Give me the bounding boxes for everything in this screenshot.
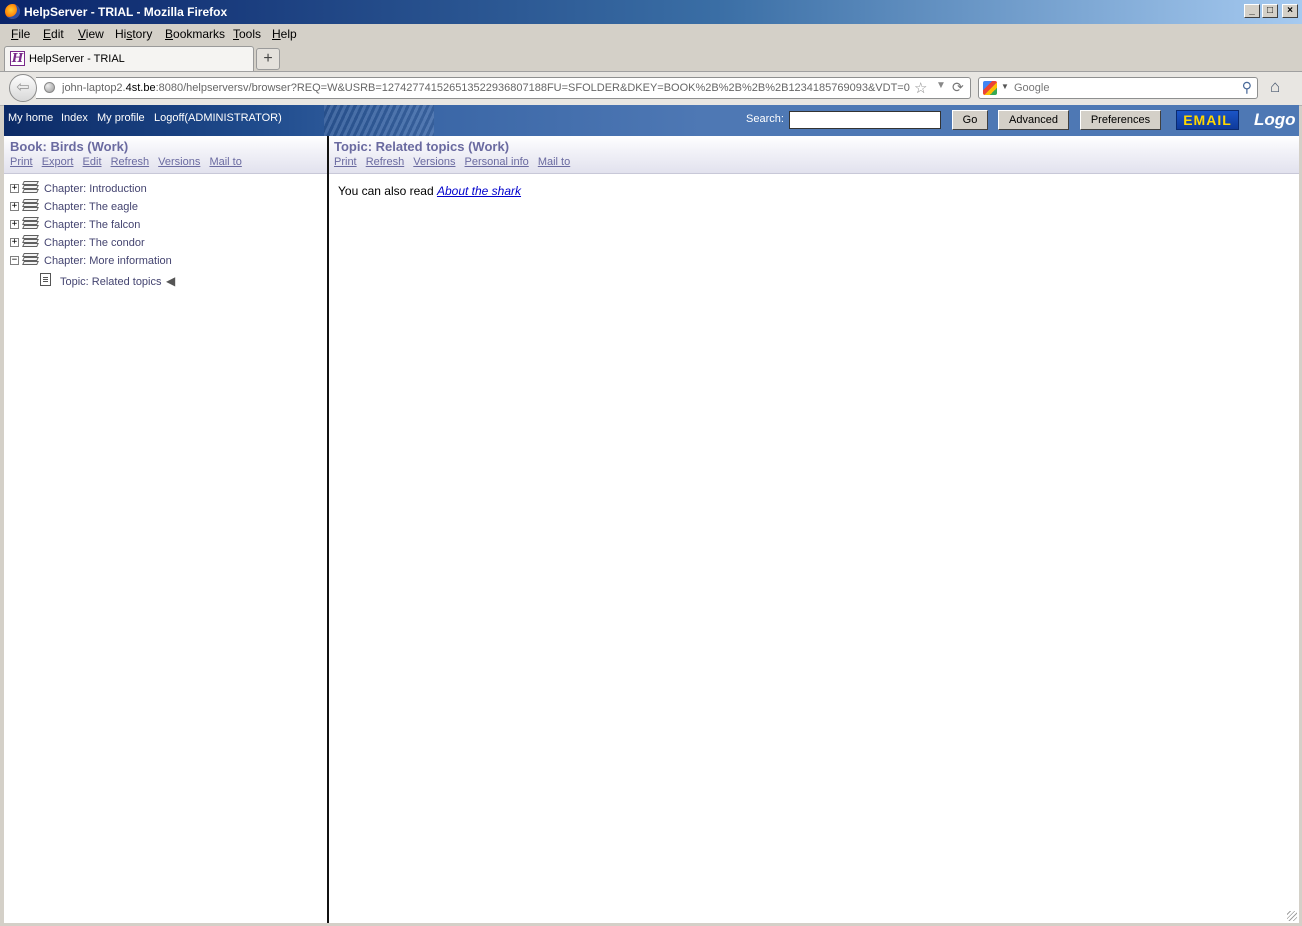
search-magnifier-icon[interactable]: ⚲ (1242, 79, 1252, 96)
menu-tools[interactable]: Tools (233, 27, 261, 41)
topic-actions: Print Refresh Versions Personal info Mai… (334, 156, 576, 168)
topic-body-text: You can also read (338, 184, 437, 198)
tree-item-label[interactable]: Chapter: The condor (44, 237, 145, 249)
site-identity-icon[interactable] (44, 82, 55, 93)
logo: Logo (1254, 110, 1296, 129)
expand-icon[interactable]: + (10, 202, 19, 211)
topic-label[interactable]: Topic: Related topics (60, 276, 162, 288)
chapter-book-icon (22, 253, 39, 267)
google-icon[interactable] (983, 81, 997, 95)
navigation-bar: john-laptop2.4st.be:8080/helpserversv/br… (0, 72, 1302, 106)
chapter-book-icon (22, 199, 39, 213)
book-versions-link[interactable]: Versions (158, 156, 200, 168)
reload-icon[interactable]: ⟳ (952, 79, 964, 96)
expand-icon[interactable]: + (10, 184, 19, 193)
book-print-link[interactable]: Print (10, 156, 33, 168)
search-engine-dropdown-icon[interactable]: ▼ (1001, 82, 1009, 91)
minimize-button[interactable]: _ (1244, 4, 1260, 18)
tab-strip: H HelpServer - TRIAL + (0, 44, 1302, 72)
my-profile-link[interactable]: My profile (97, 112, 145, 124)
page-content: My home Index My profile Logoff(ADMINIST… (4, 105, 1299, 923)
advanced-button[interactable]: Advanced (998, 110, 1069, 130)
logoff-link[interactable]: Logoff(ADMINISTRATOR) (154, 112, 282, 124)
header-feather-image (324, 105, 434, 136)
home-icon[interactable]: ⌂ (1270, 77, 1280, 97)
new-tab-button[interactable]: + (256, 48, 280, 70)
book-title: Book: Birds (Work) (10, 139, 129, 154)
tab-helpserver[interactable]: H HelpServer - TRIAL (4, 46, 254, 71)
menu-file[interactable]: File (11, 27, 30, 41)
topic-title: Topic: Related topics (Work) (334, 139, 510, 154)
topic-print-link[interactable]: Print (334, 156, 357, 168)
resize-grip-icon[interactable] (1287, 911, 1297, 921)
search-input[interactable] (789, 111, 941, 129)
about-the-shark-link[interactable]: About the shark (437, 184, 521, 198)
menu-bookmarks[interactable]: Bookmarks (165, 27, 225, 41)
index-link[interactable]: Index (61, 112, 88, 124)
book-refresh-link[interactable]: Refresh (111, 156, 150, 168)
book-export-link[interactable]: Export (42, 156, 74, 168)
maximize-button[interactable]: □ (1262, 4, 1278, 18)
menu-edit[interactable]: Edit (43, 27, 64, 41)
topic-pane: Topic: Related topics (Work) Print Refre… (329, 136, 1299, 923)
topic-refresh-link[interactable]: Refresh (366, 156, 405, 168)
topic-body: You can also read About the shark (338, 184, 521, 198)
book-edit-link[interactable]: Edit (83, 156, 102, 168)
menu-view[interactable]: View (78, 27, 104, 41)
url-history-dropdown-icon[interactable]: ▼ (936, 80, 946, 91)
menu-help[interactable]: Help (272, 27, 297, 41)
close-button[interactable]: × (1282, 4, 1298, 18)
menu-history[interactable]: History (115, 27, 152, 41)
address-bar[interactable]: john-laptop2.4st.be:8080/helpserversv/br… (36, 77, 971, 99)
topic-page-icon (40, 273, 51, 286)
book-mail-to-link[interactable]: Mail to (209, 156, 241, 168)
collapse-icon[interactable]: − (10, 256, 19, 265)
topic-personal-info-link[interactable]: Personal info (465, 156, 529, 168)
topic-mail-to-link[interactable]: Mail to (538, 156, 570, 168)
book-pane-header: Book: Birds (Work) Print Export Edit Ref… (4, 136, 327, 174)
go-button[interactable]: Go (952, 110, 988, 130)
back-button[interactable]: ⇦ (9, 74, 37, 102)
search-bar[interactable]: ▼ Google ⚲ (978, 77, 1258, 99)
back-arrow-icon: ⇦ (16, 79, 30, 96)
chapter-book-icon (22, 235, 39, 249)
topic-pane-header: Topic: Related topics (Work) Print Refre… (329, 136, 1299, 174)
chapter-book-icon (22, 181, 39, 195)
current-topic-arrow-icon: ◀ (166, 274, 176, 288)
tree-item-label[interactable]: Chapter: More information (44, 255, 172, 267)
email-button[interactable]: EMAIL (1176, 110, 1239, 130)
search-label: Search: (746, 113, 784, 125)
chapter-book-icon (22, 217, 39, 231)
address-url[interactable]: john-laptop2.4st.be:8080/helpserversv/br… (62, 82, 910, 94)
book-tree-pane: Book: Birds (Work) Print Export Edit Ref… (4, 136, 329, 923)
my-home-link[interactable]: My home (8, 112, 53, 124)
search-engine-placeholder: Google (1014, 82, 1050, 94)
tree-item-label[interactable]: Chapter: The falcon (44, 219, 140, 231)
expand-icon[interactable]: + (10, 220, 19, 229)
tree-item-label[interactable]: Chapter: Introduction (44, 183, 147, 195)
helpserver-favicon-icon: H (10, 51, 25, 66)
menu-bar: File Edit View History Bookmarks Tools H… (0, 24, 1302, 44)
topic-versions-link[interactable]: Versions (413, 156, 455, 168)
firefox-logo-icon (5, 4, 20, 19)
app-header: My home Index My profile Logoff(ADMINIST… (4, 105, 1299, 136)
window-title-bar[interactable]: HelpServer - TRIAL - Mozilla Firefox _ □… (0, 0, 1302, 24)
window-title: HelpServer - TRIAL - Mozilla Firefox (24, 5, 228, 19)
preferences-button[interactable]: Preferences (1080, 110, 1161, 130)
tree-item-label[interactable]: Chapter: The eagle (44, 201, 138, 213)
book-actions: Print Export Edit Refresh Versions Mail … (10, 156, 248, 168)
expand-icon[interactable]: + (10, 238, 19, 247)
bookmark-star-icon[interactable]: ☆ (914, 79, 927, 97)
tab-title: HelpServer - TRIAL (29, 53, 125, 65)
